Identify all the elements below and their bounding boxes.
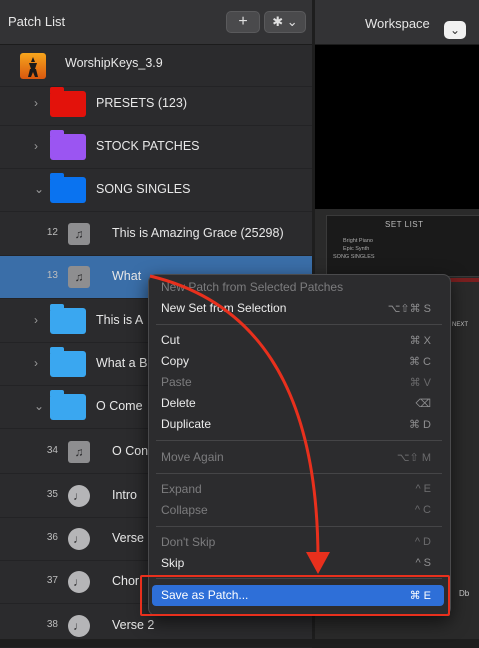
patch-label: What	[112, 269, 142, 283]
chevron-right-icon[interactable]: ›	[34, 356, 38, 370]
folder-label: SONG SINGLES	[96, 182, 191, 196]
chevron-right-icon[interactable]: ›	[34, 96, 38, 110]
patch-label: O Con	[112, 444, 149, 458]
shortcut-label: ⌘ C	[409, 356, 431, 368]
shortcut-label: ^ C	[414, 504, 431, 516]
patch-number: 34	[46, 445, 58, 456]
menu-item-delete[interactable]: Delete	[161, 396, 196, 410]
key-label: Db	[459, 589, 470, 598]
menu-item-cut[interactable]: Cut	[161, 333, 180, 347]
chevron-down-icon[interactable]: ⌄	[444, 21, 466, 39]
folder-label: This is A	[96, 313, 144, 327]
workspace-title: Workspace	[365, 16, 430, 31]
patch-label: Chor	[112, 574, 140, 588]
folder-label: What a B	[96, 356, 148, 370]
patch-number: 37	[46, 575, 58, 586]
patch-number: 13	[46, 270, 58, 281]
music-note-icon: ♫	[68, 441, 90, 463]
shortcut-label: ⌘ X	[409, 335, 431, 347]
patch-number: 12	[46, 227, 58, 238]
setlist-line: Bright Piano	[343, 238, 373, 244]
folder-label: STOCK PATCHES	[96, 139, 200, 153]
patch-label: This is Amazing Grace (25298)	[112, 226, 284, 240]
setlist-line: SONG SINGLES	[333, 254, 375, 260]
folder-label: O Come	[96, 399, 143, 413]
setlist-title: SET LIST	[385, 220, 424, 229]
patch-number: 38	[46, 619, 58, 630]
chevron-down-icon[interactable]: ⌄	[34, 182, 44, 196]
context-menu	[148, 274, 451, 616]
menu-item-paste[interactable]: Paste	[161, 375, 192, 389]
next-button[interactable]: NEXT	[452, 322, 468, 328]
chevron-down-icon[interactable]: ⌄	[34, 399, 44, 413]
chevron-right-icon[interactable]: ›	[34, 139, 38, 153]
setlist-line: Epic Synth	[343, 246, 370, 252]
patch-label: Intro	[112, 488, 138, 502]
patch-label: Verse 2	[112, 618, 155, 632]
menu-separator	[156, 440, 442, 441]
folder-icon	[50, 304, 86, 334]
shortcut-label: ^ S	[415, 557, 431, 569]
menu-item-expand[interactable]: Expand	[161, 482, 202, 496]
shortcut-label: ⌫	[415, 398, 431, 410]
music-note-icon: ♫	[68, 223, 90, 245]
menu-item-duplicate[interactable]: Duplicate	[161, 417, 211, 431]
shortcut-label: ⌘ V	[409, 377, 431, 389]
menu-separator	[156, 473, 442, 474]
menu-item-move-again[interactable]: Move Again	[161, 450, 224, 464]
shortcut-label: ⌥⇧⌘ S	[387, 303, 431, 315]
library-icon	[20, 53, 46, 79]
library-name: WorshipKeys_3.9	[65, 56, 163, 70]
shortcut-label: ⌥⇧ M	[396, 452, 431, 464]
folder-label: PRESETS (123)	[96, 96, 188, 110]
menu-item-new-patch-from-selected[interactable]: New Patch from Selected Patches	[161, 280, 343, 294]
patch-label: Verse	[112, 531, 144, 545]
menu-separator	[156, 526, 442, 527]
menu-item-skip[interactable]: Skip	[161, 556, 184, 570]
red-folder-icon	[50, 87, 86, 117]
folder-row-stock-patches[interactable]: › STOCK PATCHES	[0, 126, 312, 169]
note-circle-icon: ♩	[68, 485, 90, 507]
shortcut-label: ^ D	[414, 536, 431, 548]
note-circle-icon: ♩	[68, 528, 90, 550]
patch-number: 35	[46, 489, 58, 500]
gear-menu-button[interactable]: ✱ ⌄	[264, 11, 306, 33]
patch-row[interactable]: 12 ♫ This is Amazing Grace (25298)	[0, 213, 312, 256]
library-row[interactable]: WorshipKeys_3.9	[0, 44, 312, 87]
folder-icon	[50, 390, 86, 420]
folder-icon	[50, 347, 86, 377]
menu-item-collapse[interactable]: Collapse	[161, 503, 208, 517]
purple-folder-icon	[50, 130, 86, 160]
patch-number: 36	[46, 532, 58, 543]
note-circle-icon: ♩	[68, 571, 90, 593]
folder-row-presets[interactable]: › PRESETS (123)	[0, 83, 312, 126]
add-button[interactable]: +	[226, 11, 260, 33]
menu-item-dont-skip[interactable]: Don't Skip	[161, 535, 215, 549]
menu-separator	[156, 324, 442, 325]
chevron-right-icon[interactable]: ›	[34, 313, 38, 327]
blue-folder-icon	[50, 173, 86, 203]
menu-item-new-set-from-selection[interactable]: New Set from Selection	[161, 301, 286, 315]
shortcut-label: ^ E	[415, 483, 431, 495]
annotation-highlight-box	[140, 575, 450, 616]
workspace-canvas	[315, 45, 479, 209]
menu-item-copy[interactable]: Copy	[161, 354, 189, 368]
note-circle-icon: ♩	[68, 615, 90, 637]
patch-list-title: Patch List	[8, 14, 66, 29]
shortcut-label: ⌘ D	[409, 419, 431, 431]
music-note-icon: ♫	[68, 266, 90, 288]
folder-row-song-singles[interactable]: ⌄ SONG SINGLES	[0, 169, 312, 212]
